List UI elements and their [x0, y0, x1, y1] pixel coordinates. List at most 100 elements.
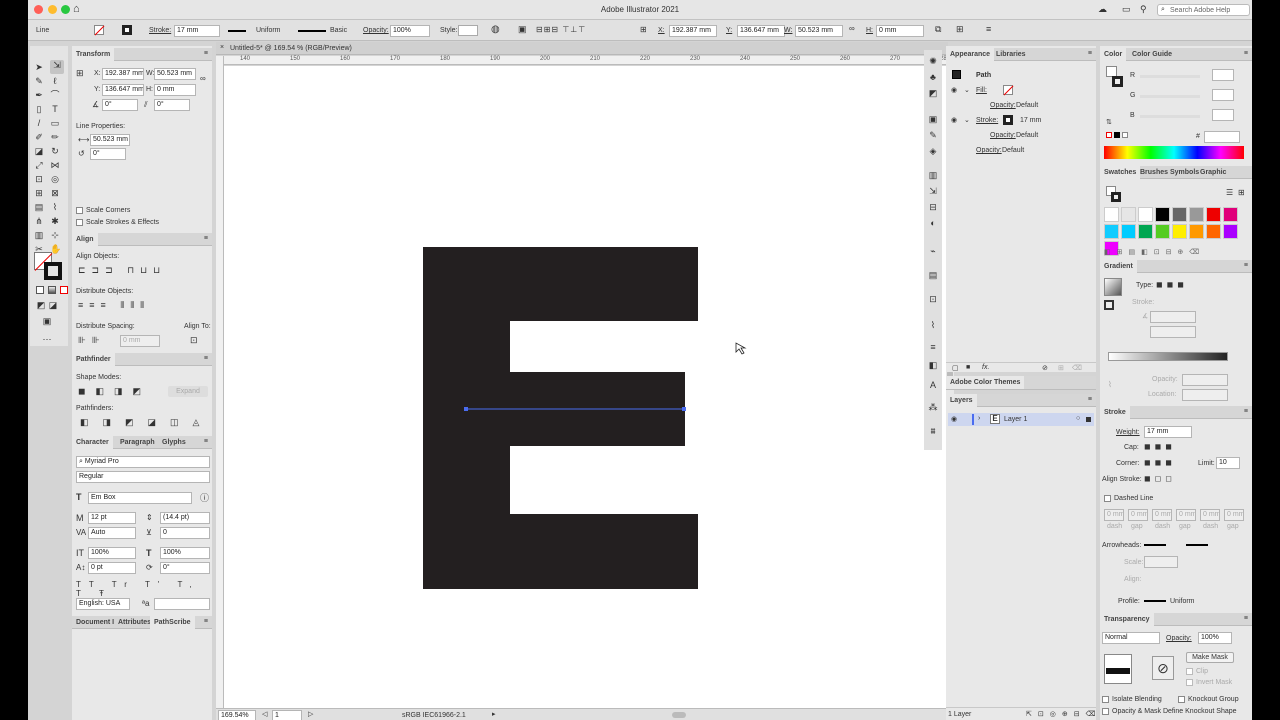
shape-builder-icon[interactable]: ◎	[50, 174, 60, 184]
white-chip[interactable]	[1122, 132, 1128, 138]
color-swatch[interactable]	[1104, 207, 1119, 222]
color-swatch[interactable]	[1121, 207, 1136, 222]
fill-disclosure-icon[interactable]: ⌄	[964, 86, 970, 94]
cloud-icon[interactable]: ☁	[1098, 4, 1107, 15]
panel-menu-icon[interactable]: ≡	[986, 24, 991, 34]
corner-buttons[interactable]: ◼◼◼	[1144, 458, 1176, 467]
panel-menu-icon[interactable]: ≡	[204, 438, 208, 445]
dash-gap-field[interactable]: 0 mm	[1104, 509, 1124, 521]
color-swatch[interactable]	[1223, 224, 1238, 239]
tracking-field[interactable]: 0	[160, 527, 210, 539]
paragraph-tab[interactable]: Paragraph	[116, 436, 159, 449]
rotate-icon[interactable]: ↻	[50, 146, 60, 156]
transform-panel-icon[interactable]: ⊡	[928, 294, 938, 304]
libraries-icon[interactable]: ▤	[928, 270, 938, 280]
recolor-icon[interactable]: ◍	[491, 24, 500, 35]
align-to-selection-icon[interactable]: ⊡	[190, 335, 198, 346]
stroke-label[interactable]: Stroke:	[149, 27, 171, 34]
none-mode-icon[interactable]	[60, 286, 68, 294]
draw-normal-icon[interactable]: ◩	[36, 300, 46, 310]
profile-value[interactable]: Uniform	[1170, 598, 1195, 605]
invert-mask-checkbox[interactable]	[1186, 679, 1193, 686]
image-trace-icon[interactable]: ▣	[928, 114, 938, 124]
blend-tool-icon[interactable]: ⋔	[34, 216, 44, 226]
pathfinder-panel-icon[interactable]: ◧	[928, 360, 938, 370]
layer-row[interactable]: ◉ › E Layer 1 ○	[948, 413, 1094, 426]
curvature-tool-icon[interactable]: ⌒	[50, 90, 60, 100]
fill-none-swatch[interactable]	[94, 25, 105, 36]
character-tab[interactable]: Character	[72, 436, 113, 449]
transform-tab[interactable]: Transform	[72, 48, 115, 61]
add-fill-icon[interactable]: ■	[966, 364, 970, 371]
dash-gap-field[interactable]: 0 mm	[1224, 509, 1244, 521]
h-field[interactable]: 0 mm	[876, 25, 924, 37]
align-buttons[interactable]: ⊟⊞⊟ ⊤⊥⊤	[536, 25, 586, 34]
gradient-type-buttons[interactable]: ◼◼◼	[1156, 280, 1188, 289]
end-arrowhead[interactable]	[1186, 544, 1208, 546]
gradient-eyedropper-icon[interactable]: ⌇	[1108, 380, 1112, 389]
document-info-tab[interactable]: Document I	[72, 616, 118, 629]
grid-view-icon[interactable]: ⊞	[1238, 188, 1245, 197]
close-document-icon[interactable]: ×	[220, 44, 224, 51]
graph-tool-icon[interactable]: ▥	[34, 230, 44, 240]
panel-menu-icon[interactable]: ≡	[1244, 615, 1248, 622]
panel-menu-icon[interactable]: ≡	[204, 355, 208, 362]
line-tool-icon[interactable]: /	[34, 118, 44, 128]
type-tool-icon[interactable]: ▯	[34, 104, 44, 114]
eraser-icon[interactable]: ◪	[34, 146, 44, 156]
graphic-style-picker[interactable]	[458, 25, 478, 36]
zoom-field[interactable]: 169.54%	[218, 710, 256, 720]
more-tools-icon[interactable]: ⋯	[42, 334, 52, 344]
brushes-icon[interactable]: ✺	[928, 56, 938, 66]
align-objects-buttons[interactable]: ⊏⊐⊐ ⊓⊔⊔	[78, 265, 166, 276]
rectangle-tool-icon[interactable]: ▭	[50, 118, 60, 128]
gradient-stroke-chip[interactable]	[1104, 300, 1114, 310]
rotate-field[interactable]: 0°	[102, 99, 138, 111]
transform-w-field[interactable]: 50.523 mm	[154, 68, 196, 80]
gradient-mode-icon[interactable]	[48, 286, 56, 294]
artboard-field[interactable]: 1	[272, 710, 302, 720]
transform-x-field[interactable]: 192.387 mm	[102, 68, 144, 80]
gradient-opacity-field[interactable]	[1182, 374, 1228, 386]
color-swatch[interactable]	[1206, 224, 1221, 239]
symbols-icon[interactable]: ♣	[928, 72, 938, 82]
fill-label[interactable]: Fill:	[976, 87, 987, 94]
line-length-field[interactable]: 50.523 mm	[90, 134, 130, 146]
shear-field[interactable]: 0°	[154, 99, 190, 111]
horizontal-scale-field[interactable]: 100%	[160, 547, 210, 559]
swap-colors-icon[interactable]: ⇅	[1106, 118, 1112, 126]
blend-mode-field[interactable]: Normal	[1102, 632, 1160, 644]
scale-tool-icon[interactable]: ⤢	[34, 160, 44, 170]
graphic-styles-icon[interactable]: ◩	[928, 88, 938, 98]
variable-width-profile[interactable]: Uniform	[256, 27, 281, 34]
x-field[interactable]: 192.387 mm	[669, 25, 717, 37]
horizontal-ruler[interactable]: 140 150 160 170 180 190 200 210 220 230 240 250 260 2…	[224, 56, 950, 65]
shaper-tool-icon[interactable]: ✏	[50, 132, 60, 142]
swatch-footer-icons[interactable]: ◧⊞▤◧⊡⊟⊕⌫	[1104, 248, 1205, 256]
color-stroke-chip[interactable]	[1112, 76, 1123, 87]
layer-action-icons[interactable]: ⇱⊡◎⊕⊟⌫	[1026, 710, 1101, 718]
knockout-group-checkbox[interactable]	[1178, 696, 1185, 703]
limit-field[interactable]: 10	[1216, 457, 1240, 469]
pathfinder-buttons[interactable]: ◧◨◩◪◫◬	[80, 417, 213, 428]
panel-menu-icon[interactable]: ≡	[204, 50, 208, 57]
r-slider[interactable]	[1140, 75, 1200, 78]
opentype-icon[interactable]: A	[928, 380, 938, 390]
gradient-slider[interactable]	[1108, 352, 1228, 361]
glyphs-tab[interactable]: Glyphs	[158, 436, 190, 449]
align-panel-icon[interactable]: ≡	[928, 342, 938, 352]
draw-behind-icon[interactable]: ◪	[48, 300, 58, 310]
dash-gap-field[interactable]: 0 mm	[1152, 509, 1172, 521]
paintbrush-icon[interactable]: ✐	[34, 132, 44, 142]
transform-h-field[interactable]: 0 mm	[154, 84, 196, 96]
panel-menu-icon[interactable]: ≡	[1244, 262, 1248, 269]
pen-tool-icon[interactable]: ✒	[34, 90, 44, 100]
appearance-tab[interactable]: Appearance	[946, 48, 995, 61]
fx-button[interactable]: fx.	[982, 364, 989, 371]
stroke-tab[interactable]: Stroke	[1100, 406, 1130, 419]
status-menu-icon[interactable]: ▸	[492, 710, 496, 718]
kerning-field[interactable]: Auto	[88, 527, 136, 539]
color-swatch[interactable]	[1172, 207, 1187, 222]
text-tool-icon[interactable]: T	[50, 104, 60, 114]
constrain-proportions-icon[interactable]: ∞	[200, 74, 206, 83]
